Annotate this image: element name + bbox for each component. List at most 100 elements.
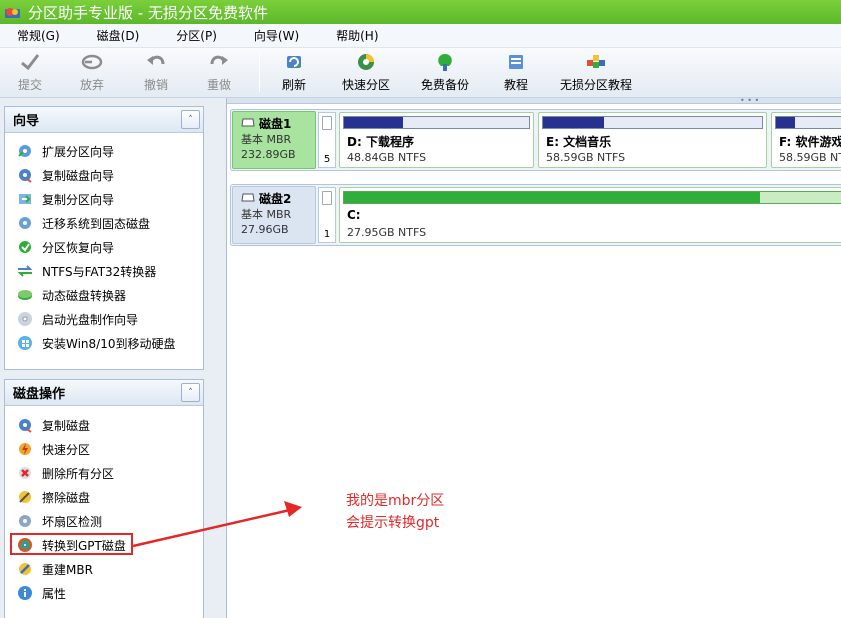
disk-1-name: 磁盘1 [259,117,292,131]
partition-label: E: 文档音乐 [546,135,612,149]
wizard-item-label: 复制磁盘向导 [42,168,115,183]
redo-button[interactable]: 重做 [207,52,231,94]
boot-cd-icon [16,310,34,328]
wizard-panel: 向导 ˄ 扩展分区向导复制磁盘向导 复制分区向导迁移系统到固态磁盘分区恢复向导 NT… [4,106,204,370]
backup-icon [434,52,456,72]
quick-partition-button[interactable]: 快速分区 [342,52,390,94]
disk-ops-item-0[interactable]: 复制磁盘 [5,413,203,437]
undo-button[interactable]: 撤销 [144,52,168,94]
chevron-up-icon: ˄ [188,114,193,125]
disk-ops-item-4[interactable]: 坏扇区检测 [5,509,203,533]
partition-usage-fill [344,117,404,128]
refresh-button[interactable]: 刷新 [282,52,306,94]
disk-1-info[interactable]: 磁盘1 基本 MBR 232.89GB [232,111,316,169]
wizard-item-8[interactable]: 安装Win8/10到移动硬盘 [5,331,203,355]
hard-disk-icon [241,117,255,131]
refresh-icon [283,52,305,72]
menu-general[interactable]: 常规(G) [12,27,65,44]
wizard-item-label: 动态磁盘转换器 [42,288,127,303]
annotation-text-line2: 会提示转换gpt [346,515,440,531]
commit-button[interactable]: 提交 [18,52,42,94]
disk-row-1[interactable]: 磁盘1 基本 MBR 232.89GB 5 D: 下载程序 48.84GB NT… [230,109,841,171]
rebuild-mbr-icon [16,560,34,578]
disk-ops-item-label: 复制磁盘 [42,418,91,433]
wizard-item-7[interactable]: 启动光盘制作向导 [5,307,203,331]
partition-usage-bar [343,191,841,204]
quick-partition-icon [355,52,377,72]
quick-partition-icon [16,440,34,458]
wizard-item-6[interactable]: 动态磁盘转换器 [5,283,203,307]
splitter-grip-icon: • • • [740,96,760,105]
tutorial-button[interactable]: 教程 [504,52,528,94]
chevron-up-icon: ˄ [188,387,193,398]
disk-map-area: • • • 磁盘1 基本 MBR 232.89GB 5 D: 下载程序 48.8… [226,96,841,618]
wipe-disk-icon [16,488,34,506]
dynamic-disk-icon [16,286,34,304]
menu-disk[interactable]: 磁盘(D) [92,27,145,44]
wizard-item-label: 复制分区向导 [42,192,115,207]
wizard-item-4[interactable]: 分区恢复向导 [5,235,203,259]
partition-e[interactable]: E: 文档音乐 58.59GB NTFS [538,112,767,168]
annotation-text-line1: 我的是mbr分区 [346,493,445,509]
book-icon [505,52,527,72]
disk-ops-item-label: 坏扇区检测 [42,514,103,529]
disk-area-splitter[interactable]: • • • [227,96,841,105]
wizard-item-5[interactable]: NTFS与FAT32转换器 [5,259,203,283]
wizard-item-1[interactable]: 复制磁盘向导 [5,163,203,187]
partition-label: F: 软件游戏 [779,135,841,149]
partition-c[interactable]: C: 27.95GB NTFS [339,187,841,243]
disk-ops-item-1[interactable]: 快速分区 [5,437,203,461]
disk-ops-item-2[interactable]: 删除所有分区 [5,461,203,485]
wizard-collapse-button[interactable]: ˄ [181,110,200,129]
copy-partition-icon [16,190,34,208]
disk-row-2[interactable]: 磁盘2 基本 MBR 27.96GB 1 C: 27.95GB NTFS [230,184,841,246]
menu-partition[interactable]: 分区(P) [171,27,222,44]
disk-ops-item-label: 删除所有分区 [42,466,115,481]
partition-f[interactable]: F: 软件游戏 58.59GB NTFS [771,112,841,168]
wizard-item-0[interactable]: 扩展分区向导 [5,139,203,163]
window-title: 分区助手专业版 - 无损分区免费软件 [28,3,268,22]
partition-recovery-icon [16,238,34,256]
app-logo-icon [4,4,22,20]
disk-ops-item-6[interactable]: 重建MBR [5,557,203,581]
ntfs-fat32-icon [16,262,34,280]
wizard-item-label: 启动光盘制作向导 [42,312,139,327]
wizard-item-label: 迁移系统到固态磁盘 [42,216,151,231]
toolbar: 提交 放弃 撤销 重做 刷新 快速分区 免费备份 教程 无损分区教程 [0,48,841,98]
highlight-box [10,533,133,555]
partition-label: C: [347,208,361,222]
discard-icon [81,52,103,72]
partition-usage-bar [542,116,763,129]
undo-icon [145,52,167,72]
toolbar-separator [259,54,260,92]
disk-ops-panel-title: 磁盘操作 [13,387,66,402]
wizard-item-2[interactable]: 复制分区向导 [5,187,203,211]
disk-ops-item-7[interactable]: 属性 [5,581,203,605]
disk-ops-panel: 磁盘操作 ˄ 复制磁盘 快速分区 删除所有分区 擦除磁盘 坏扇区检测 转换到GPT磁盘 重建… [4,379,204,618]
extend-partition-icon [16,142,34,160]
menu-wizard[interactable]: 向导(W) [249,27,304,44]
lossless-tutorial-button[interactable]: 无损分区教程 [560,52,632,94]
partition-size: 58.59GB NTFS [779,151,841,164]
disk-ops-panel-header: 磁盘操作 ˄ [5,380,203,406]
menu-help[interactable]: 帮助(H) [331,27,383,44]
partition-d[interactable]: D: 下载程序 48.84GB NTFS [339,112,534,168]
disk-ops-collapse-button[interactable]: ˄ [181,383,200,402]
wizard-panel-header: 向导 ˄ [5,107,203,133]
wizard-item-3[interactable]: 迁移系统到固态磁盘 [5,211,203,235]
disk-ops-item-label: 快速分区 [42,442,91,457]
windows-icon [16,334,34,352]
migrate-ssd-icon [16,214,34,232]
info-icon [16,584,34,602]
disk-1-type: 基本 MBR [241,133,292,146]
partition-usage-fill [543,117,605,128]
discard-button[interactable]: 放弃 [80,52,104,94]
partition-label: D: 下载程序 [347,135,414,149]
disk-ops-item-label: 属性 [42,586,67,601]
free-backup-button[interactable]: 免费备份 [421,52,469,94]
checkmark-icon [19,52,41,72]
disk-2-info[interactable]: 磁盘2 基本 MBR 27.96GB [232,186,316,244]
disk-ops-item-3[interactable]: 擦除磁盘 [5,485,203,509]
disk-2-partition-count: 1 [318,187,336,243]
menu-bar: 常规(G) 磁盘(D) 分区(P) 向导(W) 帮助(H) [0,24,841,48]
